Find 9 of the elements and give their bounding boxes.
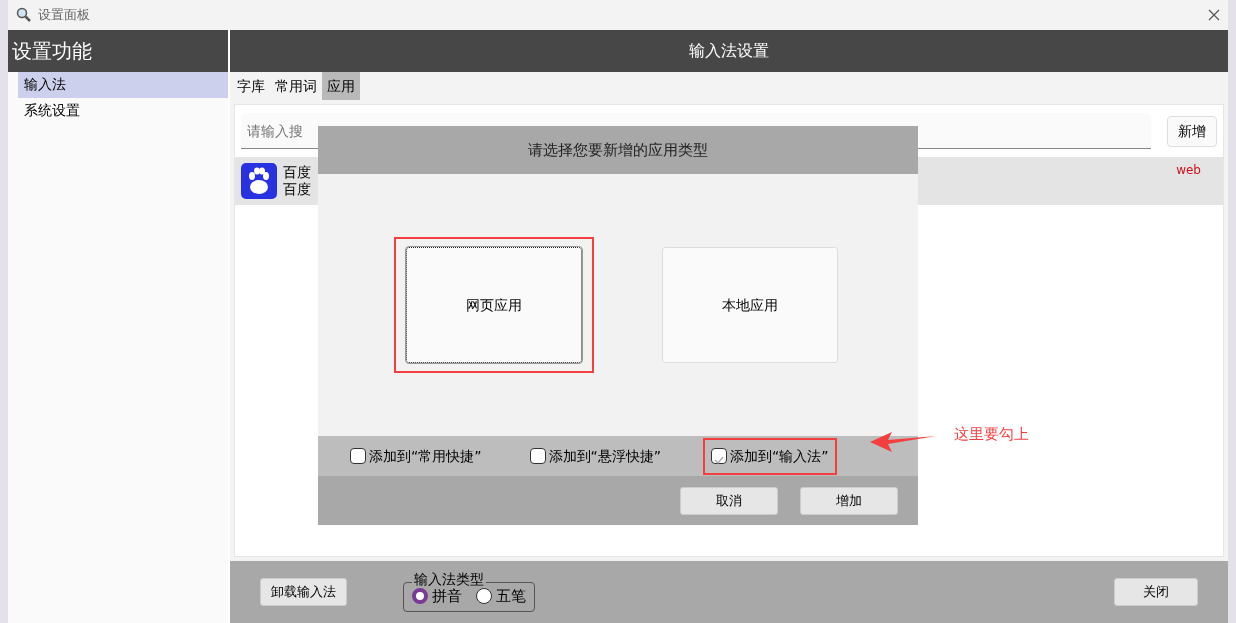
app-description: 百度 <box>283 181 311 199</box>
annotation-text: 这里要勾上 <box>954 423 1029 445</box>
window-title: 设置面板 <box>38 6 90 25</box>
sidebar-title: 设置功能 <box>12 38 92 65</box>
dialog-title: 请选择您要新增的应用类型 <box>528 139 708 161</box>
app-tag: web <box>1176 161 1201 179</box>
group-legend: 输入法类型 <box>412 570 486 588</box>
app-name: 百度 <box>283 163 311 181</box>
panel-title: 输入法设置 <box>689 40 769 62</box>
